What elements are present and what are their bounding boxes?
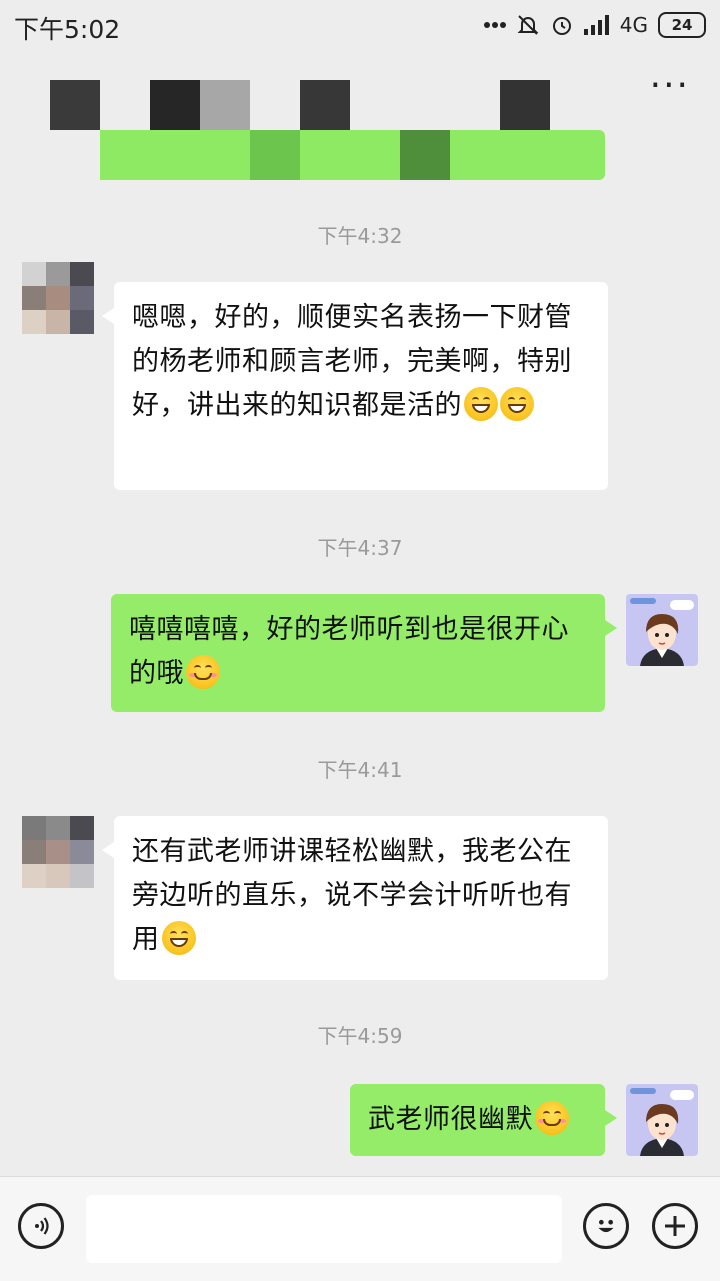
logo-icon [630, 1088, 656, 1094]
status-icons: 4G 24 [483, 12, 706, 38]
smile-emoji-icon [535, 1100, 569, 1135]
grin-emoji-icon [464, 386, 498, 421]
chat-header: ··· [0, 52, 720, 192]
input-bar [0, 1176, 720, 1281]
avatar[interactable] [22, 816, 94, 888]
grin-emoji-icon [500, 386, 534, 421]
cartoon-person-icon [640, 614, 684, 666]
message-bubble-outgoing[interactable]: 武老师很幽默 [350, 1084, 617, 1156]
voice-icon [35, 1217, 49, 1235]
redacted-green-bar [300, 130, 400, 180]
alarm-icon [550, 13, 574, 37]
speech-bubble-icon [670, 1090, 694, 1100]
time-divider: 下午4:32 [317, 224, 403, 248]
message-text: 还有武老师讲课轻松幽默，我老公在旁边听的直乐，说不学会计听听也有用 [132, 836, 572, 955]
avatar[interactable] [22, 262, 94, 334]
redacted-block [200, 80, 250, 130]
redacted-block [50, 80, 100, 130]
status-bar: 下午5:02 4G 24 [0, 0, 720, 52]
message-bubble-incoming[interactable]: 还有武老师讲课轻松幽默，我老公在旁边听的直乐，说不学会计听听也有用 [102, 816, 608, 980]
redacted-block [500, 80, 550, 130]
signal-icon [583, 15, 610, 35]
mute-icon [516, 13, 540, 37]
grin-emoji-icon [161, 920, 196, 955]
smile-emoji-icon [186, 654, 220, 689]
battery-icon: 24 [658, 12, 706, 38]
more-button[interactable]: ··· [650, 68, 690, 104]
redacted-block [150, 80, 200, 130]
emoji-icon [598, 1219, 614, 1233]
my-avatar[interactable] [626, 594, 698, 666]
my-avatar[interactable] [626, 1084, 698, 1156]
plus-button[interactable] [652, 1203, 698, 1249]
redacted-green-bar [100, 130, 250, 180]
network-label: 4G [619, 13, 648, 37]
dots-icon [483, 21, 506, 29]
emoji-button[interactable] [583, 1203, 629, 1249]
time-divider: 下午4:37 [317, 536, 403, 560]
plus-icon [665, 1216, 685, 1236]
voice-button[interactable] [18, 1203, 64, 1249]
message-bubble-outgoing[interactable]: 嘻嘻嘻嘻，好的老师听到也是很开心的哦 [111, 594, 617, 712]
redacted-green-bar [250, 130, 300, 180]
time-divider: 下午4:41 [317, 758, 403, 782]
logo-icon [630, 598, 656, 604]
battery-level: 24 [671, 16, 693, 34]
redacted-green-bar [400, 130, 450, 180]
message-input[interactable] [86, 1195, 562, 1263]
redacted-green-bar [450, 130, 605, 180]
status-time: 下午5:02 [14, 15, 121, 44]
time-divider: 下午4:59 [317, 1024, 403, 1048]
message-text: 武老师很幽默 [368, 1104, 533, 1135]
message-bubble-incoming[interactable]: 嗯嗯，好的，顺便实名表扬一下财管的杨老师和顾言老师，完美啊，特别好，讲出来的知识… [102, 282, 608, 490]
cartoon-person-icon [640, 1104, 684, 1156]
speech-bubble-icon [670, 600, 694, 610]
redacted-block [300, 80, 350, 130]
